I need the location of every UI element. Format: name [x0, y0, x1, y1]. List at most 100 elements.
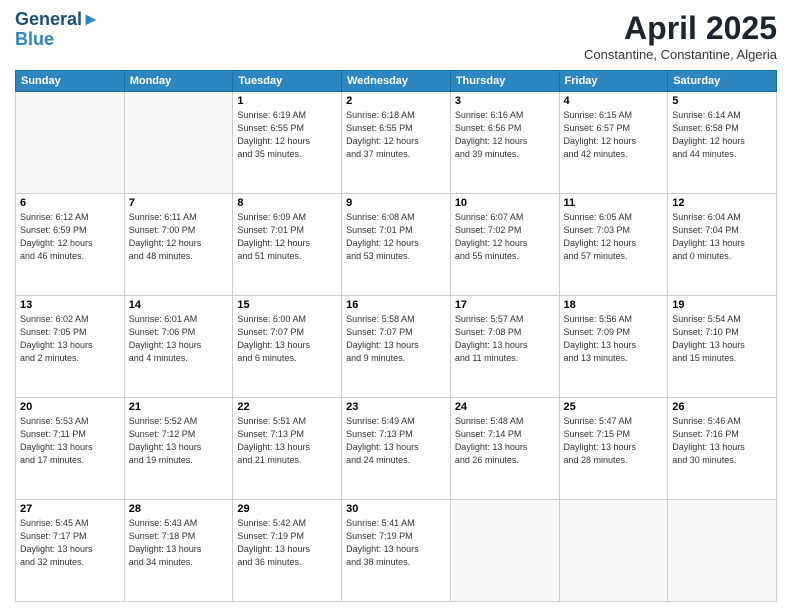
calendar-cell: 4Sunrise: 6:15 AM Sunset: 6:57 PM Daylig…: [559, 92, 668, 194]
day-number: 3: [455, 95, 555, 107]
calendar-cell: [124, 92, 233, 194]
day-number: 13: [20, 299, 120, 311]
day-number: 11: [564, 197, 664, 209]
day-info: Sunrise: 6:07 AM Sunset: 7:02 PM Dayligh…: [455, 211, 555, 263]
day-info: Sunrise: 5:41 AM Sunset: 7:19 PM Dayligh…: [346, 517, 446, 569]
calendar-cell: 2Sunrise: 6:18 AM Sunset: 6:55 PM Daylig…: [342, 92, 451, 194]
col-sunday: Sunday: [16, 71, 125, 92]
calendar-week-0: 1 Sunrise: 6:19 AM Sunset: 6:55 PM Daylig…: [16, 92, 777, 194]
day-number: 16: [346, 299, 446, 311]
day-info: Sunrise: 5:56 AM Sunset: 7:09 PM Dayligh…: [564, 313, 664, 365]
calendar-cell: 22Sunrise: 5:51 AM Sunset: 7:13 PM Dayli…: [233, 398, 342, 500]
calendar-table: Sunday Monday Tuesday Wednesday Thursday…: [15, 70, 777, 602]
day-info: Sunrise: 5:49 AM Sunset: 7:13 PM Dayligh…: [346, 415, 446, 467]
calendar-cell: 24Sunrise: 5:48 AM Sunset: 7:14 PM Dayli…: [450, 398, 559, 500]
day-number: 27: [20, 503, 120, 515]
calendar-cell: 26 Sunrise: 5:46 AM Sunset: 7:16 PM Dayli…: [668, 398, 777, 500]
logo-text: General►: [15, 10, 100, 30]
header: General► Blue April 2025 Constantine, Co…: [15, 10, 777, 62]
day-number: 6: [20, 197, 120, 209]
day-info: Sunrise: 6:00 AM Sunset: 7:07 PM Dayligh…: [237, 313, 337, 365]
day-number: 7: [129, 197, 229, 209]
col-tuesday: Tuesday: [233, 71, 342, 92]
calendar-cell: 15 Sunrise: 6:00 AM Sunset: 7:07 PM Dayli…: [233, 296, 342, 398]
day-number: 20: [20, 401, 120, 413]
day-info: Sunrise: 6:16 AM Sunset: 6:56 PM Dayligh…: [455, 109, 555, 161]
day-number: 30: [346, 503, 446, 515]
day-number: 15: [237, 299, 337, 311]
col-wednesday: Wednesday: [342, 71, 451, 92]
calendar-cell: 16 Sunrise: 5:58 AM Sunset: 7:07 PM Dayli…: [342, 296, 451, 398]
day-number: 12: [672, 197, 772, 209]
calendar-cell: 9Sunrise: 6:08 AM Sunset: 7:01 PM Daylig…: [342, 194, 451, 296]
day-number: 29: [237, 503, 337, 515]
day-info: Sunrise: 5:57 AM Sunset: 7:08 PM Dayligh…: [455, 313, 555, 365]
calendar-cell: 11Sunrise: 6:05 AM Sunset: 7:03 PM Dayli…: [559, 194, 668, 296]
calendar-cell: 17 Sunrise: 5:57 AM Sunset: 7:08 PM Dayli…: [450, 296, 559, 398]
col-monday: Monday: [124, 71, 233, 92]
calendar-cell: 13 Sunrise: 6:02 AM Sunset: 7:05 PM Dayli…: [16, 296, 125, 398]
calendar-cell: 21 Sunrise: 5:52 AM Sunset: 7:12 PM Dayli…: [124, 398, 233, 500]
calendar-cell: 1 Sunrise: 6:19 AM Sunset: 6:55 PM Daylig…: [233, 92, 342, 194]
calendar-cell: 29 Sunrise: 5:42 AM Sunset: 7:19 PM Dayli…: [233, 500, 342, 602]
day-number: 26: [672, 401, 772, 413]
calendar-cell: 19 Sunrise: 5:54 AM Sunset: 7:10 PM Dayli…: [668, 296, 777, 398]
calendar-cell: 8Sunrise: 6:09 AM Sunset: 7:01 PM Daylig…: [233, 194, 342, 296]
day-info: Sunrise: 5:46 AM Sunset: 7:16 PM Dayligh…: [672, 415, 772, 467]
day-number: 14: [129, 299, 229, 311]
day-info: Sunrise: 6:14 AM Sunset: 6:58 PM Dayligh…: [672, 109, 772, 161]
col-friday: Friday: [559, 71, 668, 92]
location-subtitle: Constantine, Constantine, Algeria: [584, 47, 777, 62]
day-info: Sunrise: 5:53 AM Sunset: 7:11 PM Dayligh…: [20, 415, 120, 467]
calendar-cell: 10Sunrise: 6:07 AM Sunset: 7:02 PM Dayli…: [450, 194, 559, 296]
day-info: Sunrise: 5:54 AM Sunset: 7:10 PM Dayligh…: [672, 313, 772, 365]
logo-text2: Blue: [15, 30, 100, 50]
day-info: Sunrise: 6:12 AM Sunset: 6:59 PM Dayligh…: [20, 211, 120, 263]
calendar-cell: [559, 500, 668, 602]
calendar-cell: 3 Sunrise: 6:16 AM Sunset: 6:56 PM Daylig…: [450, 92, 559, 194]
calendar-cell: 18 Sunrise: 5:56 AM Sunset: 7:09 PM Dayli…: [559, 296, 668, 398]
day-number: 1: [237, 95, 337, 107]
day-number: 24: [455, 401, 555, 413]
day-number: 18: [564, 299, 664, 311]
day-info: Sunrise: 6:18 AM Sunset: 6:55 PM Dayligh…: [346, 109, 446, 161]
day-info: Sunrise: 5:45 AM Sunset: 7:17 PM Dayligh…: [20, 517, 120, 569]
day-info: Sunrise: 6:09 AM Sunset: 7:01 PM Dayligh…: [237, 211, 337, 263]
day-info: Sunrise: 5:43 AM Sunset: 7:18 PM Dayligh…: [129, 517, 229, 569]
calendar-cell: 25 Sunrise: 5:47 AM Sunset: 7:15 PM Dayli…: [559, 398, 668, 500]
day-info: Sunrise: 6:15 AM Sunset: 6:57 PM Dayligh…: [564, 109, 664, 161]
calendar-cell: [450, 500, 559, 602]
calendar-week-2: 13 Sunrise: 6:02 AM Sunset: 7:05 PM Dayli…: [16, 296, 777, 398]
calendar-week-4: 27 Sunrise: 5:45 AM Sunset: 7:17 PM Dayli…: [16, 500, 777, 602]
day-number: 23: [346, 401, 446, 413]
calendar-header-row: Sunday Monday Tuesday Wednesday Thursday…: [16, 71, 777, 92]
day-info: Sunrise: 5:47 AM Sunset: 7:15 PM Dayligh…: [564, 415, 664, 467]
day-number: 25: [564, 401, 664, 413]
col-saturday: Saturday: [668, 71, 777, 92]
calendar-week-1: 6 Sunrise: 6:12 AM Sunset: 6:59 PM Daylig…: [16, 194, 777, 296]
title-block: April 2025 Constantine, Constantine, Alg…: [584, 10, 777, 62]
calendar-cell: 20 Sunrise: 5:53 AM Sunset: 7:11 PM Dayli…: [16, 398, 125, 500]
day-info: Sunrise: 6:19 AM Sunset: 6:55 PM Dayligh…: [237, 109, 337, 161]
calendar-week-3: 20 Sunrise: 5:53 AM Sunset: 7:11 PM Dayli…: [16, 398, 777, 500]
calendar-cell: 30 Sunrise: 5:41 AM Sunset: 7:19 PM Dayli…: [342, 500, 451, 602]
day-number: 5: [672, 95, 772, 107]
day-number: 28: [129, 503, 229, 515]
calendar-cell: 14Sunrise: 6:01 AM Sunset: 7:06 PM Dayli…: [124, 296, 233, 398]
logo: General► Blue: [15, 10, 100, 50]
calendar-cell: 12Sunrise: 6:04 AM Sunset: 7:04 PM Dayli…: [668, 194, 777, 296]
day-info: Sunrise: 6:02 AM Sunset: 7:05 PM Dayligh…: [20, 313, 120, 365]
day-info: Sunrise: 5:42 AM Sunset: 7:19 PM Dayligh…: [237, 517, 337, 569]
day-info: Sunrise: 5:58 AM Sunset: 7:07 PM Dayligh…: [346, 313, 446, 365]
day-number: 21: [129, 401, 229, 413]
calendar-cell: 7 Sunrise: 6:11 AM Sunset: 7:00 PM Daylig…: [124, 194, 233, 296]
day-number: 9: [346, 197, 446, 209]
col-thursday: Thursday: [450, 71, 559, 92]
day-number: 17: [455, 299, 555, 311]
calendar-cell: 5 Sunrise: 6:14 AM Sunset: 6:58 PM Daylig…: [668, 92, 777, 194]
day-info: Sunrise: 5:52 AM Sunset: 7:12 PM Dayligh…: [129, 415, 229, 467]
calendar-cell: [16, 92, 125, 194]
day-info: Sunrise: 6:11 AM Sunset: 7:00 PM Dayligh…: [129, 211, 229, 263]
calendar-cell: 27 Sunrise: 5:45 AM Sunset: 7:17 PM Dayli…: [16, 500, 125, 602]
day-number: 19: [672, 299, 772, 311]
